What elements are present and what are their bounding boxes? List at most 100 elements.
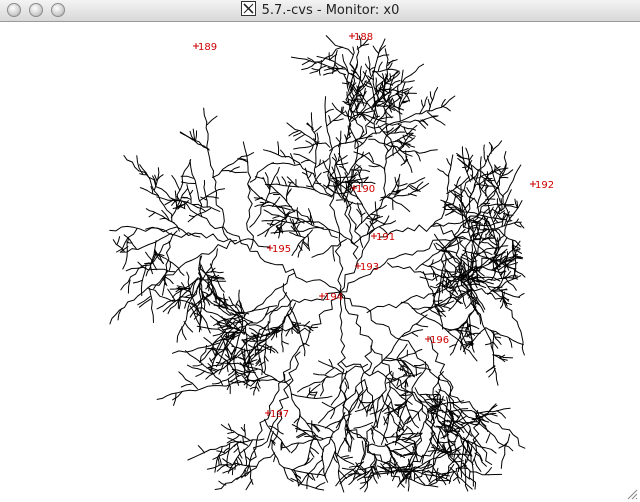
monitor-point-190[interactable]: 190 (351, 184, 375, 195)
stream-segment (449, 347, 456, 356)
stream-segment (306, 388, 314, 398)
stream-segment (189, 385, 215, 392)
stream-segment (161, 209, 166, 215)
stream-segment (468, 315, 472, 331)
stream-segment (475, 159, 488, 177)
stream-segment (238, 289, 240, 301)
stream-segment (214, 482, 233, 490)
stream-segment (490, 144, 492, 154)
stream-segment (291, 248, 297, 256)
stream-segment (247, 363, 254, 365)
stream-segment (149, 287, 153, 309)
stream-segment (305, 140, 313, 146)
stream-segment (254, 204, 262, 208)
stream-segment (214, 271, 224, 274)
stream-segment (181, 326, 187, 341)
stream-segment (267, 440, 271, 449)
stream-segment (324, 105, 327, 122)
stream-segment (262, 162, 274, 170)
stream-segment (234, 461, 236, 471)
stream-segment (180, 383, 192, 388)
stream-segment (218, 480, 227, 486)
monitor-point-191[interactable]: 191 (371, 232, 395, 243)
stream-segment (242, 141, 248, 157)
stream-segment (397, 152, 406, 163)
stream-segment (275, 435, 285, 447)
stream-segment (301, 60, 311, 66)
stream-segment (226, 231, 272, 264)
stream-segment (387, 262, 432, 275)
stream-segment (353, 421, 374, 429)
window-title: 5.7.-cvs - Monitor: x0 (261, 3, 400, 18)
stream-segment (263, 363, 266, 374)
stream-segment (517, 292, 525, 298)
stream-segment (307, 234, 310, 244)
stream-segment (262, 272, 295, 305)
monitor-point-196[interactable]: 196 (425, 335, 449, 346)
stream-segment (473, 458, 482, 472)
monitor-point-193[interactable]: 193 (355, 262, 379, 273)
stream-segment (206, 464, 221, 470)
stream-segment (286, 190, 288, 203)
stream-segment (269, 219, 282, 222)
stream-segment (159, 217, 168, 220)
resize-grip-icon[interactable] (625, 487, 638, 500)
stream-segment (460, 410, 483, 414)
stream-segment (308, 397, 324, 399)
stream-segment (402, 352, 415, 359)
stream-segment (325, 367, 335, 375)
stream-segment (190, 209, 228, 233)
title-bar[interactable]: 5.7.-cvs - Monitor: x0 (0, 0, 640, 22)
stream-segment (485, 467, 492, 475)
stream-segment (178, 371, 187, 380)
stream-segment (340, 361, 389, 380)
stream-segment (509, 164, 522, 186)
stream-segment (486, 155, 493, 168)
stream-segment (438, 441, 457, 444)
monitor-point-192[interactable]: 192 (530, 180, 554, 191)
stream-segment (308, 387, 311, 395)
monitor-canvas[interactable]: 188 189 190 191 192 193 194 195 196 197 (0, 22, 640, 502)
monitor-point-197[interactable]: 197 (265, 409, 289, 420)
stream-segment (495, 373, 499, 386)
monitor-point-188[interactable]: 188 (349, 32, 373, 43)
stream-segment (263, 149, 277, 155)
stream-segment (500, 203, 515, 206)
monitor-point-189[interactable]: 189 (193, 42, 217, 53)
stream-segment (387, 62, 393, 70)
stream-segment (492, 341, 499, 349)
stream-segment (219, 285, 225, 293)
stream-segment (325, 35, 354, 55)
stream-segment (280, 443, 293, 449)
stream-segment (383, 115, 412, 130)
stream-segment (500, 301, 504, 309)
stream-segment (269, 192, 279, 195)
stream-segment (255, 386, 260, 392)
stream-segment (179, 313, 188, 331)
stream-segment (303, 321, 310, 327)
x11-icon (240, 1, 256, 16)
monitor-point-194[interactable]: 194 (319, 292, 343, 303)
stream-segment (281, 343, 284, 353)
stream-segment (348, 465, 360, 468)
stream-segment (157, 167, 160, 178)
stream-segment (466, 187, 473, 196)
stream-segment (286, 176, 293, 183)
stream-segment (406, 425, 414, 434)
stream-segment (386, 196, 402, 205)
stream-segment (415, 254, 434, 271)
stream-segment (367, 158, 386, 170)
stream-segment (336, 441, 344, 458)
stream-segment (372, 115, 380, 119)
stream-segment (205, 195, 208, 208)
stream-segment (365, 223, 370, 230)
stream-segment (357, 476, 364, 481)
stream-segment (327, 238, 347, 251)
stream-segment (364, 69, 367, 76)
stream-segment (176, 330, 181, 343)
stream-segment (431, 103, 447, 112)
stream-segment (282, 162, 301, 166)
stream-segment (306, 474, 310, 490)
stream-segment (186, 271, 190, 288)
monitor-point-195[interactable]: 195 (267, 244, 291, 255)
